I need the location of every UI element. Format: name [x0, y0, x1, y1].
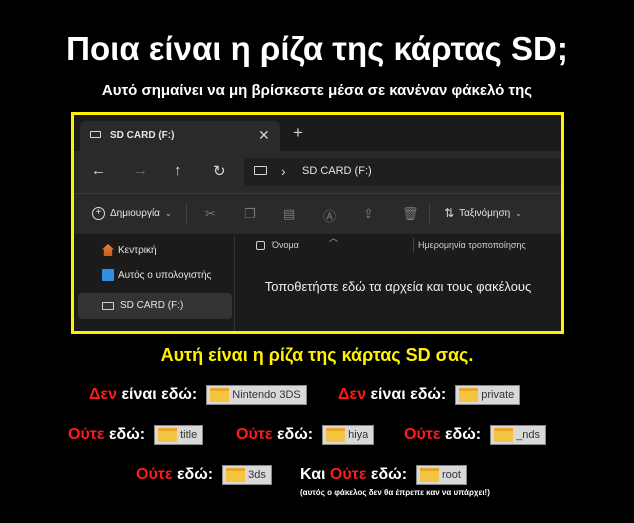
sidebar-item-label: Αυτός ο υπολογιστής [118, 269, 212, 281]
oute-label: Ούτε [136, 466, 173, 483]
close-icon[interactable]: ✕ [258, 127, 270, 144]
here-label: εδώ: [276, 426, 314, 443]
folder-name: Nintendo 3DS [232, 389, 301, 401]
nor-here-root: Και Ούτε εδώ: root [300, 465, 467, 485]
toolbar-divider [186, 204, 187, 224]
back-arrow-icon[interactable]: ← [91, 162, 106, 179]
not-here-label: είναι εδώ: [370, 386, 447, 403]
column-name[interactable]: Όνομα [272, 240, 299, 250]
cut-icon[interactable]: ✂ [205, 206, 216, 222]
rename-icon[interactable]: Ⓐ [323, 206, 336, 225]
chevron-right-icon[interactable]: › [281, 163, 286, 179]
plus-circle-icon: + [92, 207, 105, 220]
up-arrow-icon[interactable]: ↑ [174, 162, 182, 179]
sidebar-item-label: SD CARD (F:) [120, 300, 184, 311]
sort-button[interactable]: ⇅ Ταξινόμηση ⌄ [444, 206, 522, 220]
folder-name: title [180, 429, 198, 441]
tab-label: SD CARD (F:) [110, 130, 175, 141]
folder-title: title [154, 425, 204, 445]
nor-here-nds: Ούτε εδώ: _nds [404, 425, 546, 445]
sort-icon: ⇅ [444, 206, 455, 220]
folder-hiya: hiya [322, 425, 375, 445]
delete-icon[interactable]: 🗑 [402, 206, 419, 222]
column-divider[interactable] [413, 238, 414, 252]
new-button-label: Δημιουργία [110, 208, 160, 219]
den-label: Δεν [89, 386, 117, 403]
sort-button-label: Ταξινόμηση [459, 207, 511, 219]
new-button[interactable]: + Δημιουργία ⌄ [92, 207, 172, 220]
new-tab-button[interactable]: + [293, 123, 303, 143]
sidebar-item-label: Κεντρική [118, 244, 157, 256]
folder-icon [158, 428, 178, 442]
chevron-down-icon: ⌄ [164, 209, 172, 218]
root-statement: Αυτή είναι η ρίζα της κάρτας SD σας. [160, 345, 474, 365]
navigation-pane: Κεντρική Αυτός ο υπολογιστής SD CARD (F:… [74, 235, 232, 331]
folder-name: _nds [516, 429, 540, 441]
folder-nds: _nds [490, 425, 546, 445]
den-label: Δεν [338, 386, 366, 403]
oute-label: Ούτε [329, 466, 367, 483]
nor-here-title: Ούτε εδώ: title [68, 425, 204, 445]
command-bar: + Δημιουργία ⌄ ✂ ❐ ▤ Ⓐ ⇪ 🗑 ⇅ Ταξινόμηση … [74, 194, 561, 234]
page-subtitle: Αυτό σημαίνει να μη βρίσκεστε μέσα σε κα… [101, 82, 533, 99]
not-here-label: είναι εδώ: [121, 386, 198, 403]
computer-icon [102, 269, 114, 281]
folder-icon [494, 428, 514, 442]
empty-folder-message: Τοποθετήστε εδώ τα αρχεία και τους φακέλ… [264, 279, 532, 294]
folder-icon [326, 428, 346, 442]
toolbar-divider [429, 204, 430, 224]
chevron-down-icon: ⌄ [515, 208, 522, 218]
home-icon [102, 244, 114, 256]
folder-icon [420, 468, 440, 482]
oute-label: Ούτε [68, 426, 105, 443]
drive-icon [90, 131, 101, 138]
sidebar-item-this-pc[interactable]: Αυτός ο υπολογιστής [102, 269, 211, 281]
folder-name: private [481, 389, 515, 401]
here-label: εδώ: [444, 426, 482, 443]
share-icon[interactable]: ⇪ [363, 206, 374, 222]
here-label: εδώ: [370, 466, 408, 483]
address-bar[interactable]: › SD CARD (F:) [244, 158, 561, 186]
tab-sd-card[interactable]: SD CARD (F:) ✕ [80, 121, 280, 151]
folder-name: root [442, 469, 461, 481]
here-label: εδώ: [176, 466, 214, 483]
paste-icon[interactable]: ▤ [283, 206, 295, 222]
folder-icon [226, 468, 246, 482]
explorer-window: SD CARD (F:) ✕ + ← → ↑ ↻ › SD CARD (F:) … [71, 112, 564, 334]
nor-here-3ds: Ούτε εδώ: 3ds [136, 465, 272, 485]
root-folder-note: (αυτός ο φάκελος δεν θα έπρεπε καν να υπ… [300, 488, 490, 497]
monitor-icon [254, 166, 267, 175]
nor-here-hiya: Ούτε εδώ: hiya [236, 425, 375, 445]
sidebar-item-home[interactable]: Κεντρική [102, 244, 157, 256]
not-here-row-1: Δεν είναι εδώ: Nintendo 3DS [89, 385, 307, 405]
folder-private: private [455, 385, 521, 405]
file-list: ︿ Όνομα Ημερομηνία τροποποίησης Τοποθετή… [235, 233, 561, 331]
page-title: Ποια είναι η ρίζα της κάρτας SD; [66, 30, 568, 67]
tab-bar: SD CARD (F:) ✕ + [74, 115, 561, 151]
folder-icon [210, 388, 230, 402]
copy-icon[interactable]: ❐ [244, 206, 256, 222]
folder-3ds: 3ds [222, 465, 272, 485]
folder-nintendo-3ds: Nintendo 3DS [206, 385, 307, 405]
forward-arrow-icon[interactable]: → [133, 162, 148, 179]
here-label: εδώ: [108, 426, 146, 443]
column-date-modified[interactable]: Ημερομηνία τροποποίησης [418, 240, 526, 250]
column-header: ︿ Όνομα Ημερομηνία τροποποίησης [235, 233, 561, 253]
kai-label: Και [300, 466, 326, 483]
address-path: SD CARD (F:) [302, 165, 372, 177]
refresh-icon[interactable]: ↻ [213, 162, 226, 180]
select-all-checkbox[interactable] [256, 241, 265, 250]
oute-label: Ούτε [236, 426, 273, 443]
sidebar-item-sd-card[interactable]: SD CARD (F:) [102, 300, 183, 311]
folder-root: root [416, 465, 467, 485]
not-here-row-2: Δεν είναι εδώ: private [338, 385, 521, 405]
navigation-bar: ← → ↑ ↻ › SD CARD (F:) [74, 151, 561, 193]
drive-icon [102, 301, 114, 310]
folder-icon [459, 388, 479, 402]
sort-caret-icon: ︿ [329, 233, 339, 243]
folder-name: 3ds [248, 469, 266, 481]
folder-name: hiya [348, 429, 369, 441]
oute-label: Ούτε [404, 426, 441, 443]
